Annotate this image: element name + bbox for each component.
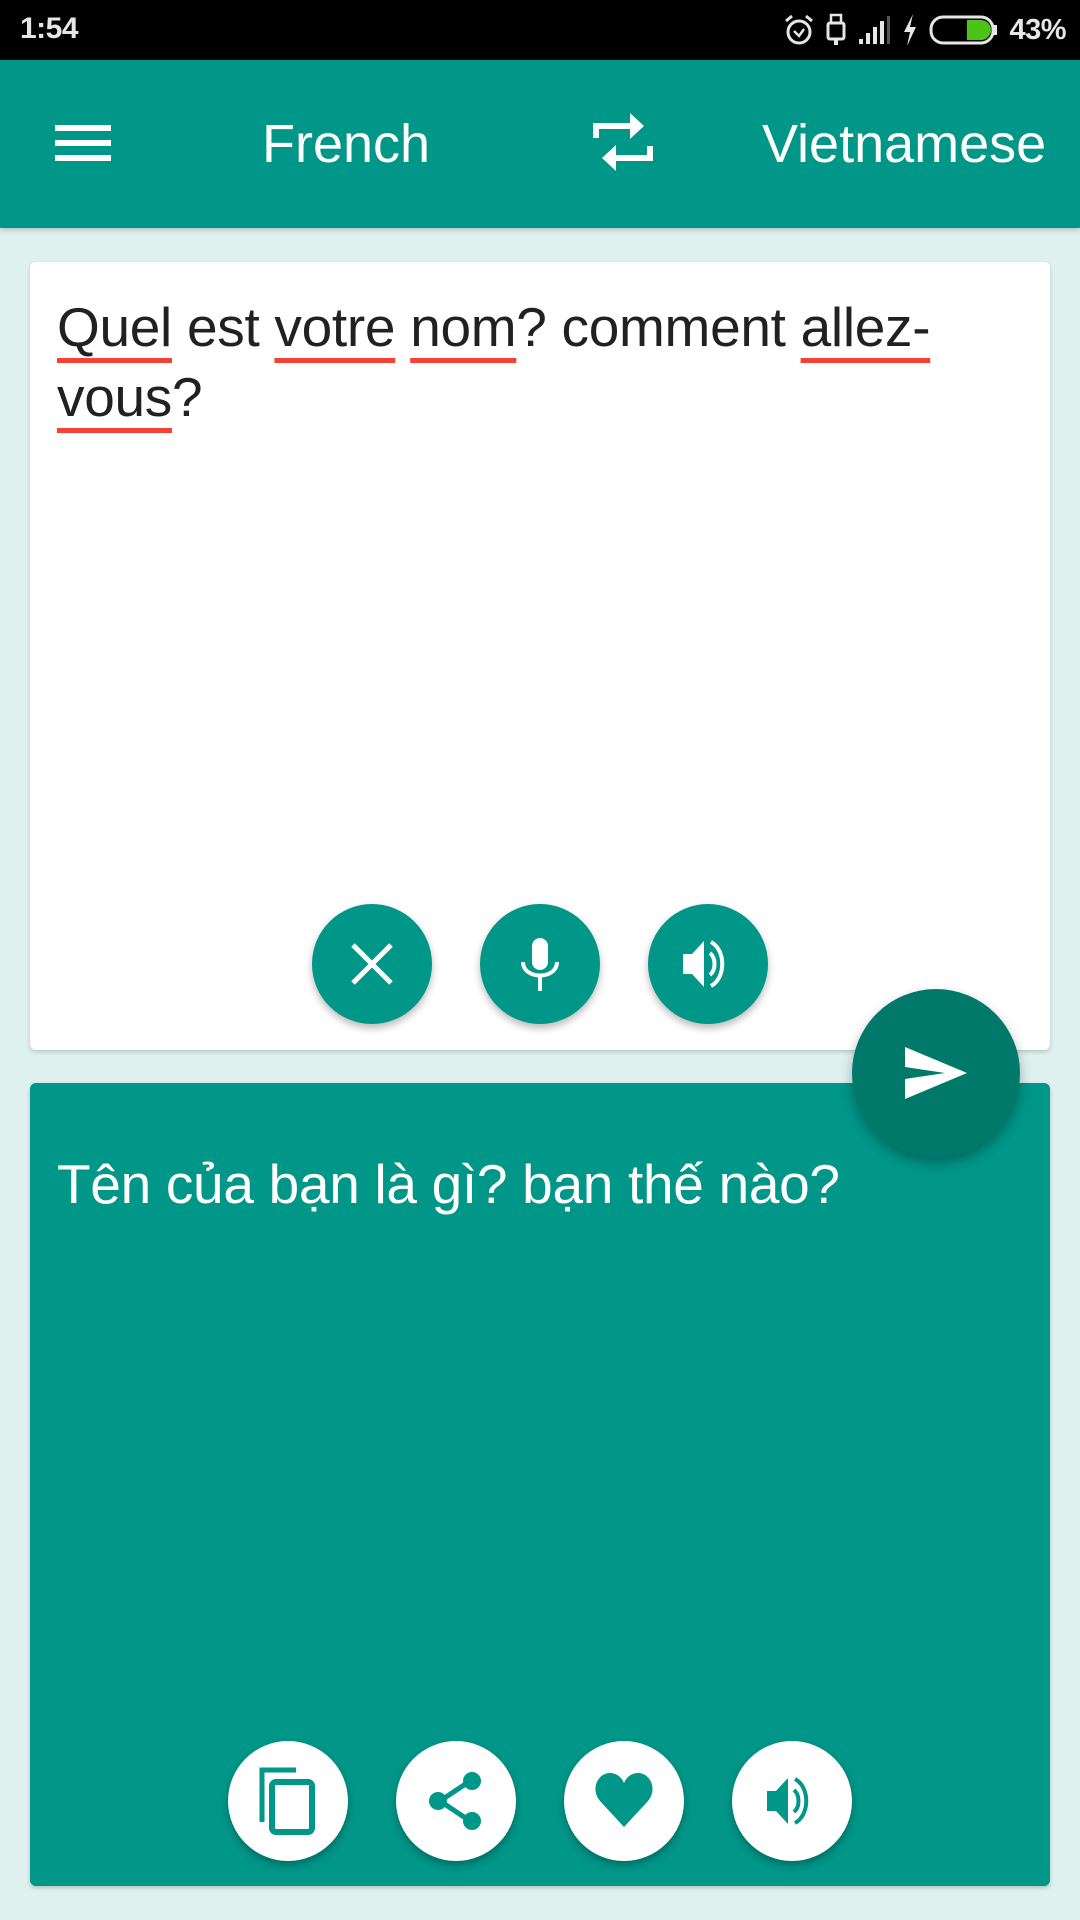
battery-percent: 43% — [1009, 13, 1066, 46]
speak-source-button[interactable] — [648, 904, 768, 1024]
app-toolbar: French Vietnamese — [0, 60, 1080, 228]
microphone-icon — [521, 938, 559, 991]
misspelled-word[interactable]: allez- — [801, 296, 931, 358]
clear-button[interactable] — [312, 904, 432, 1024]
copy-button[interactable] — [228, 1741, 348, 1861]
charging-icon — [904, 14, 917, 46]
copy-icon — [259, 1767, 315, 1835]
speak-translation-button[interactable] — [732, 1741, 852, 1861]
speaker-icon — [767, 1777, 809, 1825]
translation-text: Tên của bạn là gì? bạn thế nào? — [57, 1153, 840, 1215]
text-segment: est — [171, 296, 275, 358]
swap-languages-icon — [593, 113, 653, 171]
status-bar: 1:54 43% — [0, 0, 1080, 60]
translation-card: Tên của bạn là gì? bạn thế nào? — [30, 1083, 1050, 1886]
menu-button[interactable] — [44, 110, 114, 180]
status-icons: 43% — [783, 10, 1066, 50]
share-icon — [429, 1772, 481, 1830]
send-icon — [905, 1047, 967, 1099]
source-language-selector[interactable]: French — [262, 112, 430, 176]
target-language-selector[interactable]: Vietnamese — [762, 112, 1046, 176]
misspelled-word[interactable]: vous — [57, 366, 172, 428]
translate-button[interactable] — [852, 989, 1020, 1157]
misspelled-word[interactable]: votre — [274, 296, 395, 358]
favorite-button[interactable] — [564, 1741, 684, 1861]
share-button[interactable] — [396, 1741, 516, 1861]
battery-level-fill — [967, 20, 992, 40]
usb-icon — [826, 13, 846, 45]
hamburger-menu-icon — [55, 125, 111, 161]
heart-icon — [595, 1773, 653, 1827]
source-text-card: Quel est votre nom? comment allez-vous? — [30, 262, 1050, 1050]
signal-icon — [859, 16, 891, 44]
text-segment: ? — [171, 366, 203, 428]
swap-languages-button[interactable] — [588, 110, 658, 180]
misspelled-word[interactable]: nom — [410, 296, 516, 358]
status-time: 1:54 — [20, 12, 79, 45]
speaker-icon — [683, 940, 725, 988]
alarm-icon — [785, 14, 814, 45]
text-segment — [395, 296, 410, 358]
source-text-input[interactable]: Quel est votre nom? comment allez-vous? — [57, 292, 1047, 432]
voice-input-button[interactable] — [480, 904, 600, 1024]
battery-icon — [929, 15, 998, 45]
close-icon — [351, 943, 393, 985]
text-segment: ? comment — [516, 296, 801, 358]
misspelled-word[interactable]: Quel — [57, 296, 172, 358]
